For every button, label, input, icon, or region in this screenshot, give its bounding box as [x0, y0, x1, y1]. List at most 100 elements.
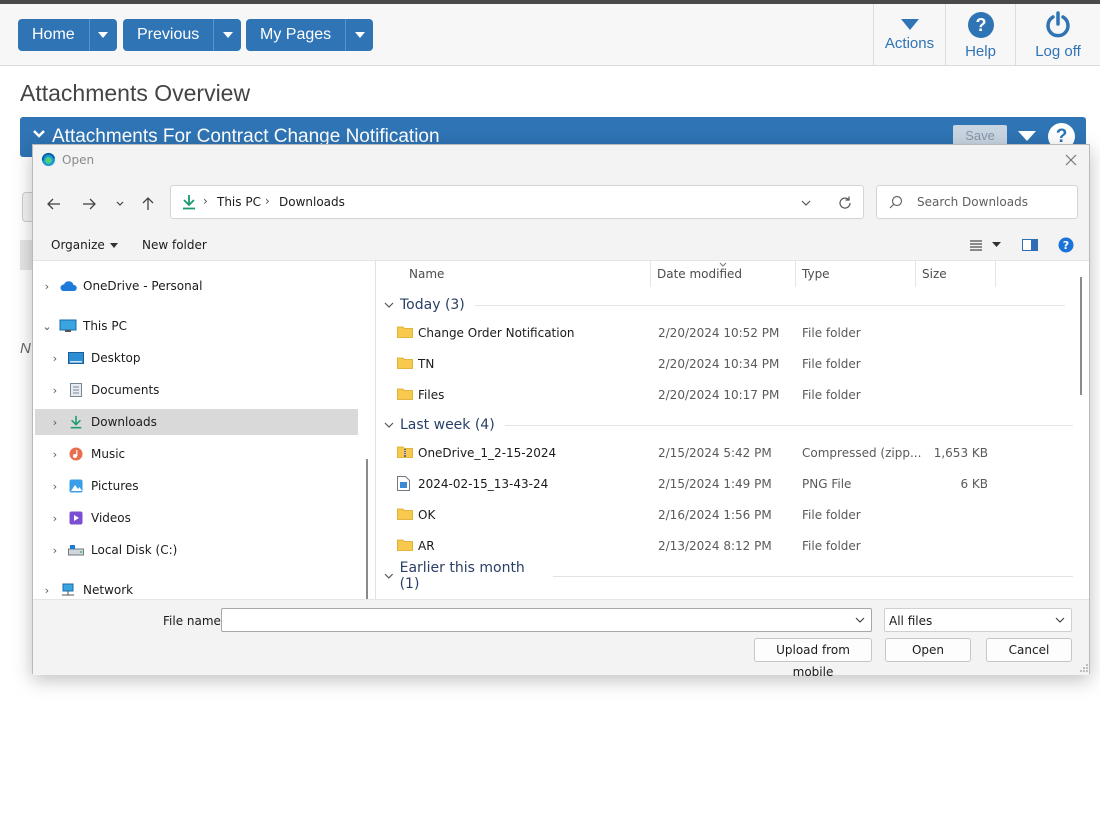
- nav-item-this-pc[interactable]: ⌄ This PC: [35, 313, 358, 339]
- pc-icon: [59, 319, 77, 333]
- file-row[interactable]: 2024-02-15_13-43-24 2/15/2024 1:49 PM PN…: [376, 470, 1073, 498]
- address-dropdown-chevron-icon[interactable]: [801, 199, 811, 207]
- file-type: File folder: [802, 326, 861, 340]
- file-row[interactable]: OneDrive_1_2-15-2024 2/15/2024 5:42 PM C…: [376, 439, 1073, 467]
- browser-logo-icon: [41, 152, 56, 167]
- upload-from-mobile-button[interactable]: Upload from mobile: [754, 638, 872, 679]
- file-row[interactable]: TN 2/20/2024 10:34 PM File folder: [376, 350, 1073, 378]
- chevron-right-icon[interactable]: ›: [47, 512, 63, 525]
- actions-button[interactable]: Actions: [873, 4, 945, 66]
- nav-item-desktop[interactable]: › Desktop: [35, 345, 358, 371]
- help-icon[interactable]: ?: [1058, 237, 1074, 253]
- column-separator[interactable]: [795, 261, 796, 287]
- group-divider: [504, 424, 1073, 426]
- organize-button[interactable]: Organize: [51, 238, 118, 252]
- column-separator[interactable]: [650, 261, 651, 287]
- column-header-size[interactable]: Size: [922, 267, 947, 291]
- recent-locations-chevron-icon[interactable]: [109, 193, 131, 215]
- resize-grip-icon[interactable]: [1079, 663, 1089, 673]
- chevron-right-icon[interactable]: ›: [39, 584, 55, 597]
- chevron-right-icon[interactable]: ›: [47, 480, 63, 493]
- png-file-icon: [397, 476, 410, 494]
- nav-item-videos[interactable]: › Videos: [35, 505, 358, 531]
- chevron-down-icon: [384, 422, 394, 428]
- breadcrumb-this-pc[interactable]: This PC: [217, 195, 261, 209]
- breadcrumb-downloads[interactable]: Downloads: [279, 195, 345, 209]
- caret-down-icon: [109, 243, 118, 248]
- file-list-scrollbar[interactable]: [1080, 277, 1082, 395]
- nav-item-onedrive[interactable]: › OneDrive - Personal: [35, 273, 358, 299]
- chevron-right-icon[interactable]: ›: [47, 352, 63, 365]
- open-button[interactable]: Open: [885, 638, 971, 662]
- view-dropdown-caret-icon[interactable]: [992, 242, 1001, 248]
- dialog-titlebar[interactable]: Open: [33, 145, 1089, 175]
- file-type-filter-select[interactable]: All files: [884, 608, 1072, 632]
- file-name: TN: [418, 357, 435, 371]
- nav-item-documents[interactable]: › Documents: [35, 377, 358, 403]
- chevron-down-icon[interactable]: [855, 617, 865, 624]
- onedrive-icon: [59, 279, 77, 293]
- up-arrow-icon[interactable]: [137, 193, 159, 215]
- downloads-icon: [183, 195, 195, 210]
- address-bar[interactable]: › This PC › Downloads: [170, 185, 864, 219]
- file-date: 2/20/2024 10:52 PM: [658, 326, 780, 340]
- chevron-right-icon[interactable]: ›: [47, 384, 63, 397]
- previous-dropdown-button[interactable]: [213, 19, 241, 51]
- nav-item-label: OneDrive - Personal: [83, 279, 203, 293]
- nav-item-label: Videos: [91, 511, 131, 525]
- home-dropdown-button[interactable]: [88, 19, 117, 51]
- file-size: 6 KB: [960, 477, 988, 491]
- column-separator[interactable]: [915, 261, 916, 287]
- back-arrow-icon[interactable]: [43, 193, 65, 215]
- chevron-right-icon[interactable]: ›: [47, 448, 63, 461]
- nav-item-local-disk[interactable]: › Local Disk (C:): [35, 537, 358, 563]
- file-name-input[interactable]: [221, 608, 872, 632]
- cancel-button[interactable]: Cancel: [986, 638, 1072, 662]
- chevron-down-icon[interactable]: [32, 127, 46, 141]
- search-input[interactable]: Search Downloads: [876, 185, 1078, 219]
- column-separator[interactable]: [995, 261, 996, 287]
- group-header-earlier-this-month[interactable]: Earlier this month (1): [384, 560, 1073, 592]
- file-row[interactable]: Files 2/20/2024 10:17 PM File folder: [376, 381, 1073, 409]
- chevron-right-icon[interactable]: ›: [39, 280, 55, 293]
- mypages-button[interactable]: My Pages: [246, 19, 345, 51]
- home-button[interactable]: Home: [18, 19, 89, 51]
- file-type: PNG File: [802, 477, 852, 491]
- nav-item-downloads[interactable]: › Downloads: [35, 409, 358, 435]
- column-header-date[interactable]: Date modified: [657, 267, 742, 291]
- group-header-today[interactable]: Today (3): [384, 293, 1065, 317]
- nav-pane-scrollbar[interactable]: [366, 459, 368, 599]
- page-title: Attachments Overview: [20, 80, 251, 106]
- group-header-last-week[interactable]: Last week (4): [384, 413, 1073, 437]
- chevron-right-icon[interactable]: ›: [47, 544, 63, 557]
- dialog-title: Open: [62, 153, 95, 167]
- svg-text:?: ?: [1063, 239, 1069, 252]
- nav-item-music[interactable]: › Music: [35, 441, 358, 467]
- forward-arrow-icon[interactable]: [78, 193, 100, 215]
- mypages-button-group: My Pages: [246, 19, 374, 51]
- previous-button[interactable]: Previous: [123, 19, 213, 51]
- nav-item-network[interactable]: › Network: [35, 577, 358, 599]
- desktop-icon: [67, 351, 85, 365]
- column-header-name[interactable]: Name: [409, 267, 444, 291]
- panel-menu-caret-icon[interactable]: [1018, 131, 1036, 141]
- column-header-type[interactable]: Type: [802, 267, 830, 291]
- new-folder-button[interactable]: New folder: [142, 238, 207, 252]
- logoff-button[interactable]: Log off: [1015, 4, 1100, 66]
- view-options-icon[interactable]: [969, 239, 983, 251]
- nav-item-pictures[interactable]: › Pictures: [35, 473, 358, 499]
- file-row[interactable]: OK 2/16/2024 1:56 PM File folder: [376, 501, 1073, 529]
- refresh-icon[interactable]: [837, 195, 853, 211]
- close-icon[interactable]: [1065, 154, 1077, 166]
- command-area: › This PC › Downloads Search Downloads O…: [33, 175, 1089, 261]
- nav-item-label: Downloads: [91, 415, 157, 429]
- help-button[interactable]: ? Help: [945, 4, 1015, 66]
- file-name: Change Order Notification: [418, 326, 575, 340]
- chevron-right-icon[interactable]: ›: [47, 416, 63, 429]
- file-row[interactable]: AR 2/13/2024 8:12 PM File folder: [376, 532, 1073, 560]
- preview-pane-icon[interactable]: [1022, 239, 1038, 251]
- file-row[interactable]: Change Order Notification 2/20/2024 10:5…: [376, 319, 1073, 347]
- mypages-dropdown-button[interactable]: [345, 19, 373, 51]
- top-navigation-bar: Home Previous My Pages Actions ? Help Lo…: [0, 4, 1100, 66]
- chevron-down-icon[interactable]: ⌄: [39, 320, 55, 333]
